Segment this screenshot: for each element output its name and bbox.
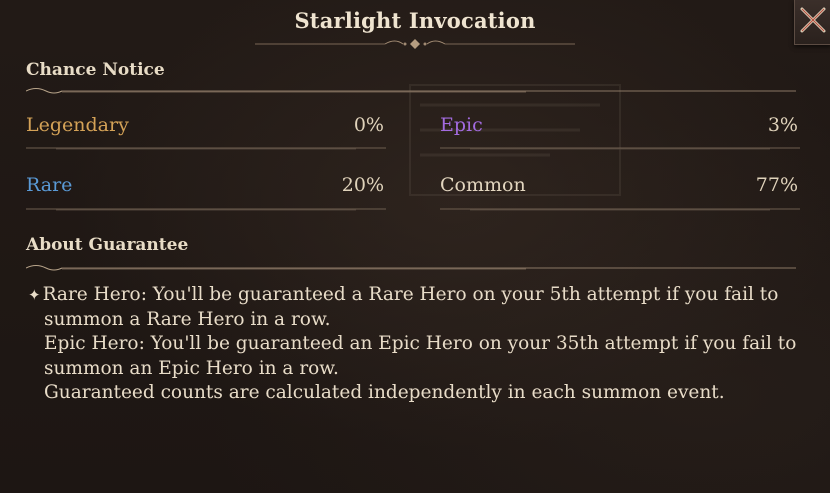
guarantee-line-5: Guaranteed counts are calculated indepen…	[44, 382, 725, 403]
guarantee-line-1: ✦ Rare Hero: You'll be guaranteed a Rare …	[28, 284, 779, 305]
chance-notice-heading: Chance Notice	[26, 60, 165, 80]
guarantee-line-3: Epic Hero: You'll be guaranteed an Epic …	[44, 333, 797, 354]
rate-row-divider-left-2	[26, 208, 386, 211]
rate-value-rare: 20%	[341, 174, 384, 196]
chance-notice-divider	[26, 88, 796, 94]
guarantee-divider	[26, 265, 796, 271]
guarantee-line-2: summon a Rare Hero in a row.	[44, 308, 331, 330]
rate-value-epic: 3%	[767, 114, 798, 136]
rate-value-common: 77%	[755, 174, 798, 196]
rate-label-legendary: Legendary	[26, 114, 129, 136]
rate-label-epic: Epic	[440, 114, 483, 136]
page-title: Starlight Invocation	[294, 8, 536, 33]
title-ornament-icon	[255, 39, 575, 49]
rate-row-divider-right	[440, 147, 800, 150]
rate-row-divider-right-2	[440, 208, 800, 211]
guarantee-line-4: summon an Epic Hero in a row.	[44, 357, 339, 379]
title-bar: Starlight Invocation	[0, 0, 830, 52]
close-x-icon	[800, 7, 826, 33]
rate-row-divider-left	[26, 147, 386, 150]
diamond-bullet-icon: ✦	[28, 286, 41, 304]
rate-label-rare: Rare	[26, 174, 73, 196]
guarantee-heading: About Guarantee	[26, 235, 189, 255]
rate-value-legendary: 0%	[353, 114, 384, 136]
guarantee-description: ✦ Rare Hero: You'll be guaranteed a Rare …	[28, 283, 818, 406]
close-button[interactable]	[794, 0, 830, 45]
rate-label-common: Common	[440, 174, 526, 196]
summon-info-panel: Starlight Invocation Chance Notice Legen…	[0, 0, 830, 493]
